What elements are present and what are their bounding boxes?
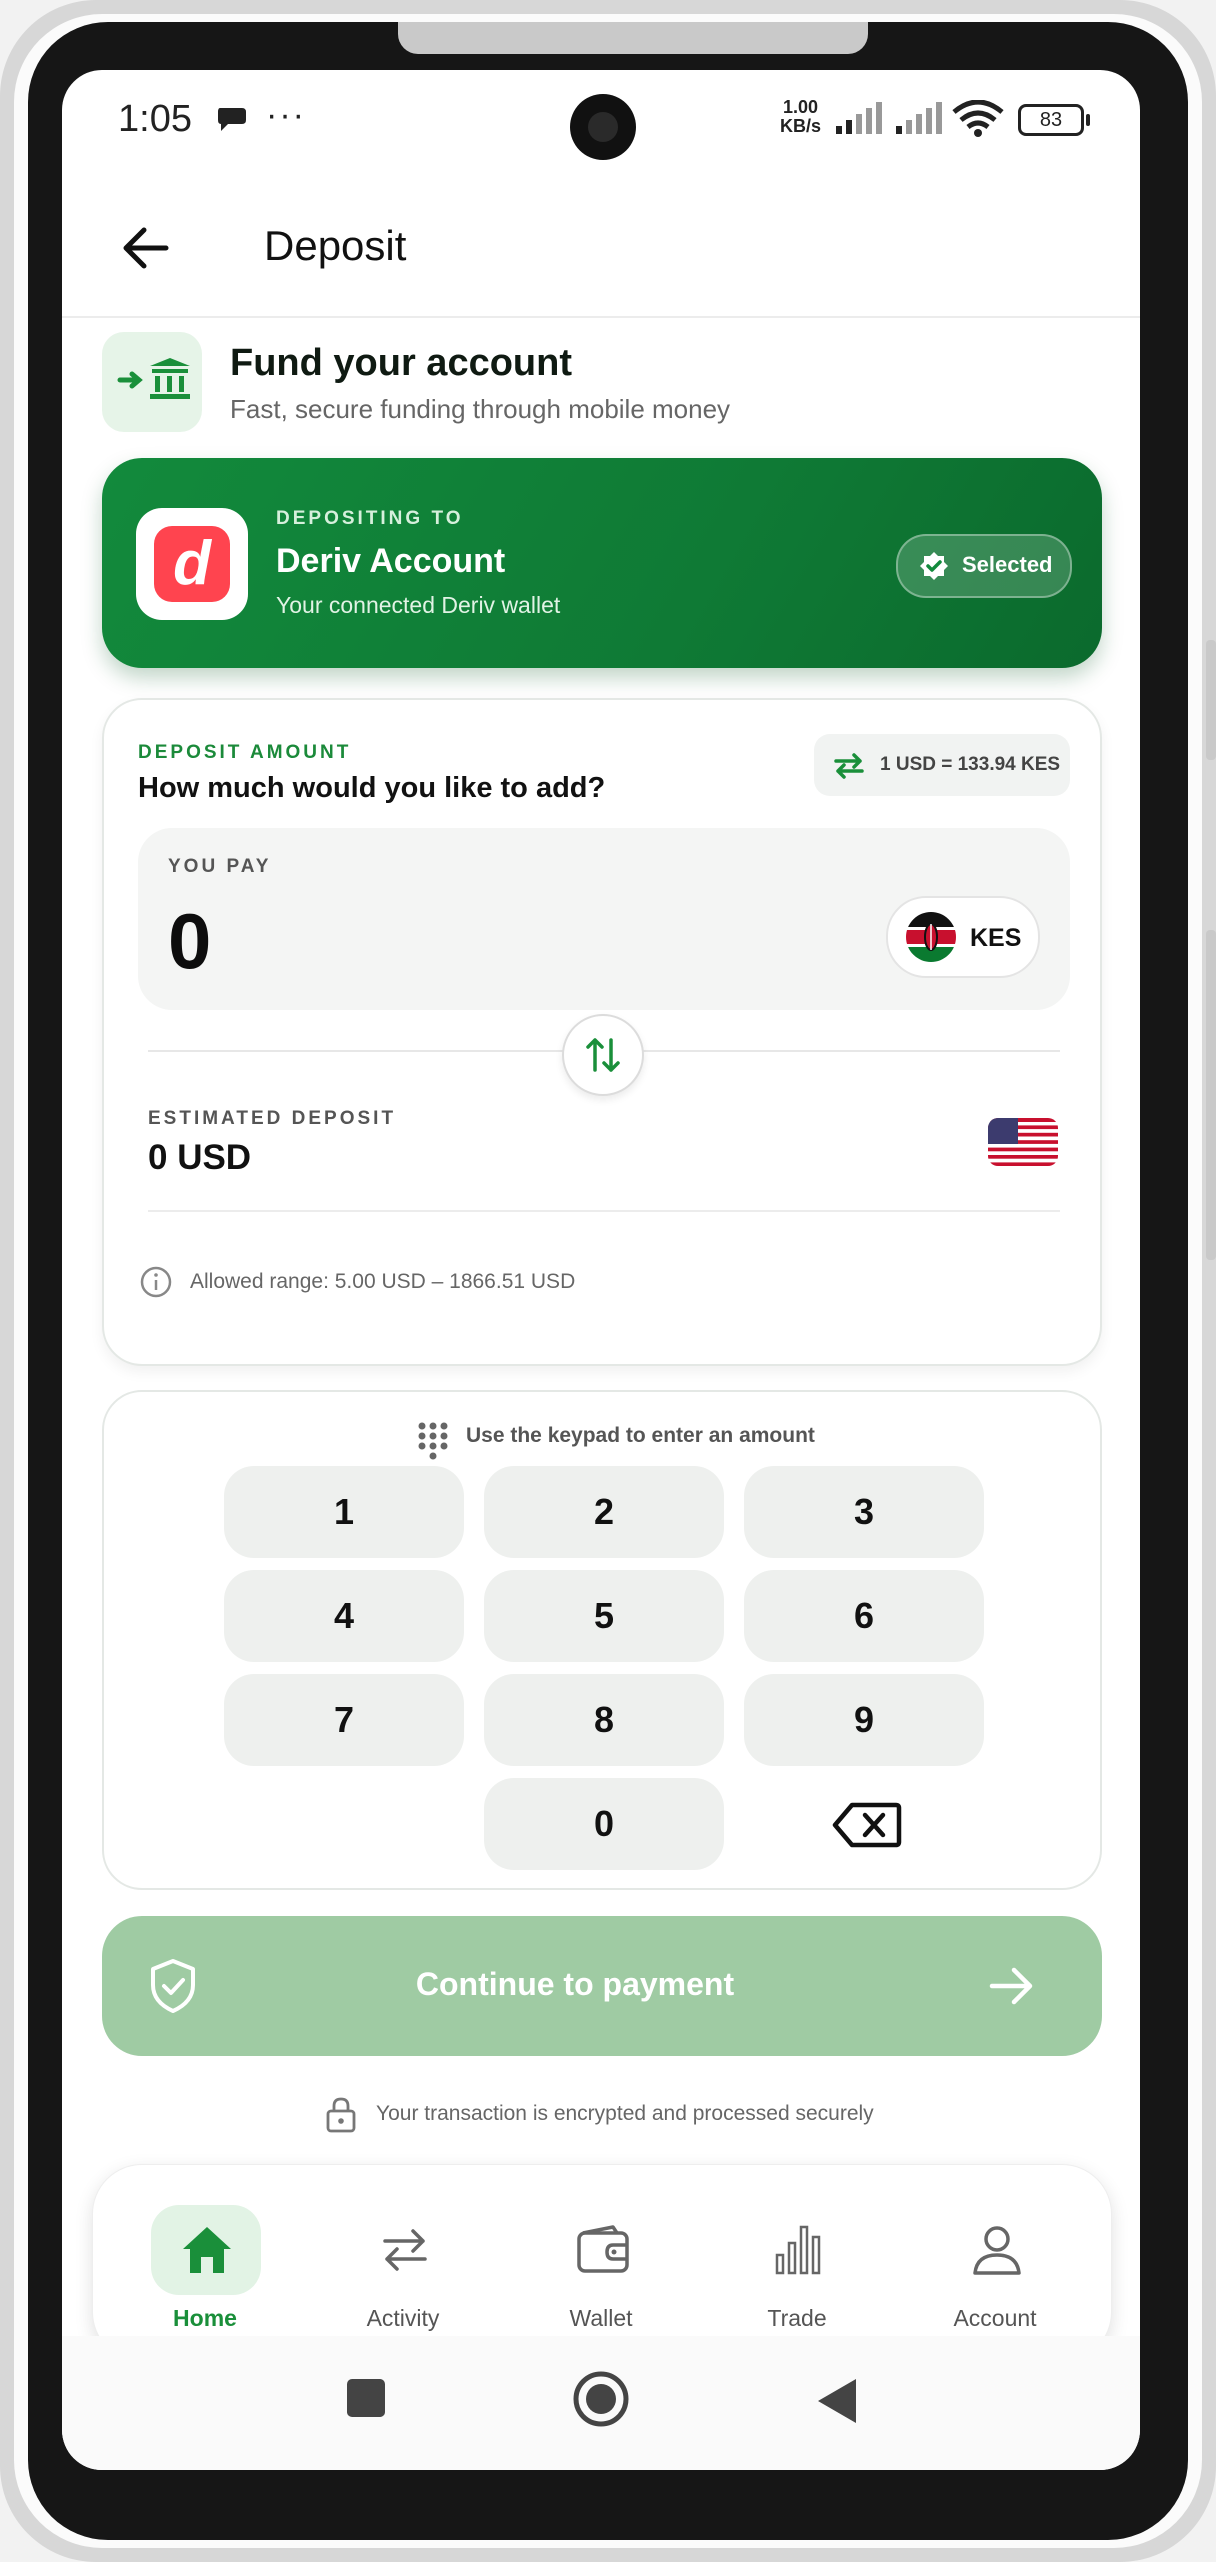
signal-strength-icon <box>836 102 882 134</box>
verified-check-icon <box>920 552 948 580</box>
bottom-navigation-card: Home Activity Wallet Trade Account <box>92 2164 1112 2362</box>
key-3[interactable]: 3 <box>744 1466 984 1558</box>
nav-account-icon-wrap <box>941 2205 1051 2295</box>
key-8[interactable]: 8 <box>484 1674 724 1766</box>
swap-currency-button[interactable] <box>562 1014 644 1096</box>
you-pay-field[interactable]: YOU PAY 0 KES <box>138 828 1070 1010</box>
continue-to-payment-button[interactable]: Continue to payment <box>102 1916 1102 2056</box>
nav-account-label: Account <box>953 2305 1037 2331</box>
deriv-logo: d <box>136 508 248 620</box>
exchange-arrows-icon <box>834 753 864 779</box>
nav-wallet[interactable]: Wallet <box>511 2205 691 2335</box>
user-icon <box>973 2226 1021 2275</box>
you-pay-label: YOU PAY <box>168 856 272 877</box>
key-6[interactable]: 6 <box>744 1570 984 1662</box>
device-speaker <box>398 22 868 54</box>
you-pay-value: 0 <box>168 897 212 985</box>
key-7[interactable]: 7 <box>224 1674 464 1766</box>
bottom-navigation: Home Activity Wallet Trade Account <box>92 2114 1112 2362</box>
kenya-flag-icon <box>906 912 956 962</box>
exchange-rate-chip: 1 USD = 133.94 KES <box>814 734 1070 796</box>
back-button[interactable] <box>114 216 178 280</box>
fund-title: Fund your account <box>230 342 572 384</box>
nav-trade-icon-wrap <box>743 2205 853 2295</box>
nav-wallet-label: Wallet <box>569 2305 633 2331</box>
usa-flag-icon <box>988 1118 1058 1166</box>
arrow-left-icon <box>123 227 169 269</box>
wallet-icon <box>577 2225 629 2273</box>
exchange-rate: 1 USD = 133.94 KES <box>880 754 1061 775</box>
keypad-icon <box>418 1422 448 1460</box>
nav-home-icon-wrap <box>151 2205 261 2295</box>
recent-apps-button[interactable] <box>344 2376 388 2420</box>
swap-vertical-icon <box>586 1038 620 1072</box>
nav-account[interactable]: Account <box>905 2205 1085 2335</box>
deriv-logo-mark: d <box>154 526 230 602</box>
deposit-target-card[interactable]: d DEPOSITING TO Deriv Account Your conne… <box>102 458 1102 668</box>
deposit-amount-question: How much would you like to add? <box>138 772 606 804</box>
nav-trade[interactable]: Trade <box>707 2205 887 2335</box>
continue-button-label: Continue to payment <box>415 1966 735 2002</box>
arrow-right-icon <box>989 1967 1033 2005</box>
currency-selector[interactable]: KES <box>886 896 1040 978</box>
front-camera <box>570 94 636 160</box>
keypad-card: Use the keypad to enter an amount 1 2 3 … <box>102 1390 1102 1890</box>
swap-horizontal-icon <box>383 2229 427 2271</box>
network-speed-unit: KB/s <box>780 116 822 136</box>
nav-home[interactable]: Home <box>115 2205 295 2335</box>
selected-badge-label: Selected <box>962 552 1053 577</box>
status-bar: 1:05 ··· 1.00 KB/s 83 <box>62 70 1140 180</box>
key-4[interactable]: 4 <box>224 1570 464 1662</box>
backspace-button[interactable] <box>744 1778 984 1870</box>
info-icon <box>140 1266 172 1298</box>
wifi-icon <box>952 100 1004 137</box>
phone-screen: 1:05 ··· 1.00 KB/s 83 Deposit Fund your … <box>62 70 1140 2470</box>
network-speed-value: 1.00 <box>782 97 819 117</box>
account-subtitle: Your connected Deriv wallet <box>276 592 561 618</box>
key-2[interactable]: 2 <box>484 1466 724 1558</box>
depositing-to-label: DEPOSITING TO <box>276 508 464 529</box>
estimated-deposit-value: 0 USD <box>148 1138 252 1177</box>
estimated-deposit-label: ESTIMATED DEPOSIT <box>148 1108 397 1129</box>
nav-activity-icon-wrap <box>349 2205 459 2295</box>
selected-badge: Selected <box>896 534 1072 598</box>
nav-activity-label: Activity <box>366 2305 440 2331</box>
system-navigation-bar <box>62 2336 1140 2470</box>
bank-transfer-icon <box>102 332 202 432</box>
account-name: Deriv Account <box>276 542 506 580</box>
back-system-button[interactable] <box>814 2376 860 2426</box>
power-button <box>1206 930 1216 1260</box>
chat-notification-icon <box>218 108 246 131</box>
deposit-amount-card: DEPOSIT AMOUNT How much would you like t… <box>102 698 1102 1366</box>
deposit-amount-label: DEPOSIT AMOUNT <box>138 742 352 763</box>
fund-subtitle: Fast, secure funding through mobile mone… <box>230 394 731 424</box>
network-speed: 1.00 KB/s <box>780 98 821 136</box>
nav-activity[interactable]: Activity <box>313 2205 493 2335</box>
nav-wallet-icon-wrap <box>547 2205 657 2295</box>
battery-indicator: 83 <box>1018 104 1090 136</box>
volume-button <box>1206 640 1216 760</box>
bar-chart-icon <box>775 2225 821 2275</box>
status-time: 1:05 <box>118 98 192 140</box>
divider <box>148 1210 1060 1212</box>
home-system-button[interactable] <box>572 2370 630 2428</box>
signal-strength-2-icon <box>896 102 942 134</box>
home-icon <box>183 2227 231 2273</box>
nav-home-label: Home <box>173 2305 237 2331</box>
key-0[interactable]: 0 <box>484 1778 724 1870</box>
key-9[interactable]: 9 <box>744 1674 984 1766</box>
pay-currency-code: KES <box>970 924 1022 952</box>
more-notifications-icon: ··· <box>266 96 306 134</box>
backspace-icon <box>832 1802 902 1848</box>
allowed-range: Allowed range: 5.00 USD – 1866.51 USD <box>190 1270 576 1293</box>
key-5[interactable]: 5 <box>484 1570 724 1662</box>
nav-trade-label: Trade <box>767 2305 827 2331</box>
app-bar: Deposit <box>62 180 1140 318</box>
key-1[interactable]: 1 <box>224 1466 464 1558</box>
keypad-hint: Use the keypad to enter an amount <box>466 1424 815 1447</box>
fund-account-header: Fund your account Fast, secure funding t… <box>102 332 1102 432</box>
page-title: Deposit <box>264 222 407 269</box>
